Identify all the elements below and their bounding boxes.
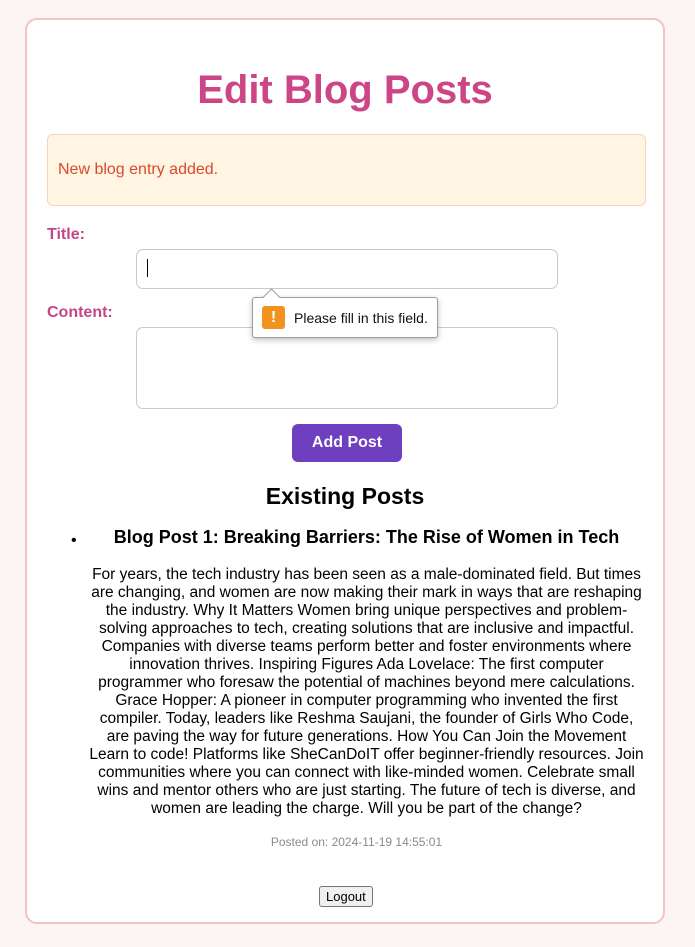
logout-button[interactable]: Logout: [319, 886, 373, 907]
success-alert: New blog entry added.: [47, 134, 646, 206]
content-label: Content:: [47, 304, 113, 321]
bullet-icon: •: [71, 532, 77, 549]
post-content: For years, the tech industry has been se…: [89, 566, 644, 817]
title-label: Title:: [47, 226, 85, 243]
post-list: • Blog Post 1: Breaking Barriers: The Ri…: [47, 525, 646, 849]
validation-tooltip: ! Please fill in this field.: [252, 288, 438, 338]
post-date: Posted on: 2024-11-19 14:55:01: [270, 835, 443, 849]
title-input[interactable]: [136, 249, 558, 289]
post-item: • Blog Post 1: Breaking Barriers: The Ri…: [47, 525, 646, 849]
existing-posts-heading: Existing Posts: [265, 483, 425, 509]
page-title: Edit Blog Posts: [197, 68, 493, 112]
text-caret: [147, 259, 148, 277]
edit-posts-card: Edit Blog Posts New blog entry added. Ti…: [25, 18, 665, 924]
warning-icon: !: [262, 306, 285, 329]
post-title: Blog Post 1: Breaking Barriers: The Rise…: [113, 527, 620, 547]
validation-message: Please fill in this field.: [294, 309, 428, 326]
add-post-button[interactable]: Add Post: [292, 424, 402, 462]
tooltip-arrow: [262, 288, 281, 307]
alert-message: New blog entry added.: [58, 161, 219, 178]
content-textarea[interactable]: [136, 327, 558, 409]
